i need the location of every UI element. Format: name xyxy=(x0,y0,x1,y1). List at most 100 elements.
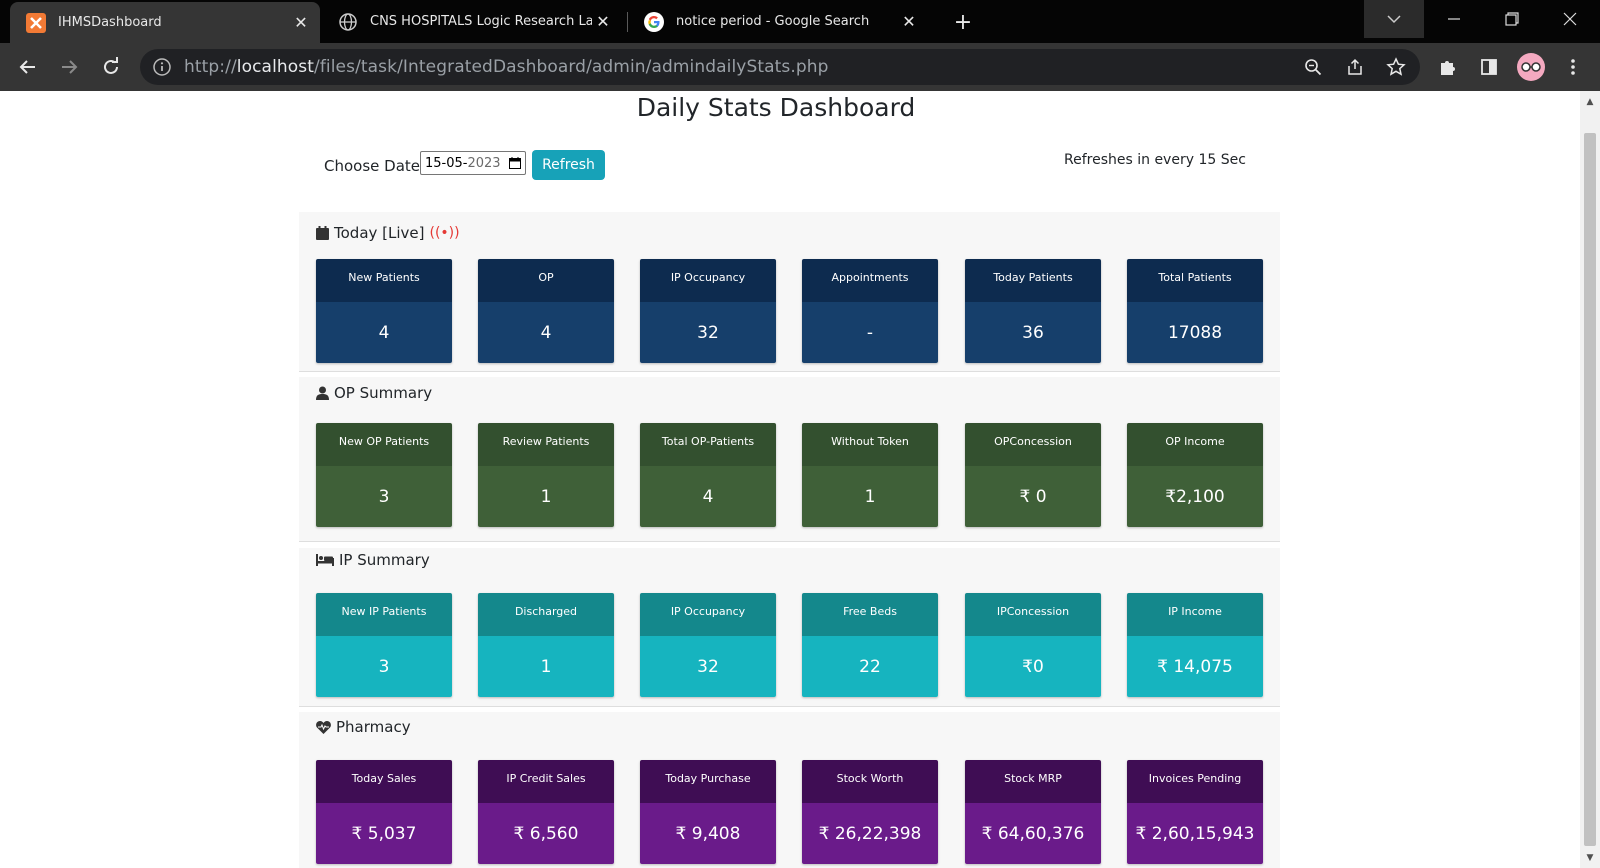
new-tab-plus-icon[interactable]: + xyxy=(950,9,976,35)
section-op-summary: OP Summary New OP Patients 3 Review Patien… xyxy=(299,377,1280,541)
calendar-icon[interactable] xyxy=(509,157,521,173)
address-bar[interactable]: http://localhost/files/task/IntegratedDa… xyxy=(140,49,1420,85)
stat-card: Without Token 1 xyxy=(802,423,938,527)
stat-card-label: OP Income xyxy=(1127,423,1263,466)
stat-card-value: 1 xyxy=(802,466,938,527)
scrollbar-thumb[interactable] xyxy=(1584,133,1596,846)
stat-card: Stock Worth ₹ 26,22,398 xyxy=(802,760,938,864)
stat-card-label: IP Credit Sales xyxy=(478,760,614,803)
stat-card: Total Patients 17088 xyxy=(1127,259,1263,363)
globe-icon xyxy=(338,12,358,32)
stat-card: OP Income ₹2,100 xyxy=(1127,423,1263,527)
share-icon[interactable] xyxy=(1340,52,1370,82)
profile-avatar[interactable] xyxy=(1516,52,1546,82)
stat-card-value: 22 xyxy=(802,636,938,697)
bookmark-star-icon[interactable] xyxy=(1381,52,1411,82)
tab-title: notice period - Google Search xyxy=(676,14,870,29)
date-value: 15-05-2023 xyxy=(425,155,501,171)
refresh-interval-note: Refreshes in every 15 Sec xyxy=(1064,152,1246,168)
minimize-icon[interactable] xyxy=(1424,0,1484,38)
stat-card: IPConcession ₹0 xyxy=(965,593,1101,697)
tab-google-search[interactable]: notice period - Google Search ✕ xyxy=(628,0,928,43)
stat-card-label: IPConcession xyxy=(965,593,1101,636)
stat-card: Today Purchase ₹ 9,408 xyxy=(640,760,776,864)
stat-card-label: IP Occupancy xyxy=(640,259,776,302)
close-tab-icon[interactable]: ✕ xyxy=(898,11,920,33)
stat-card-value: 36 xyxy=(965,302,1101,363)
section-title: Today [Live] xyxy=(334,224,425,242)
close-window-icon[interactable] xyxy=(1540,0,1600,38)
section-title: IP Summary xyxy=(339,551,430,569)
tab-ihmsdashboard[interactable]: IHMSDashboard ✕ xyxy=(10,2,320,43)
stat-card: OP 4 xyxy=(478,259,614,363)
stat-card-value: 4 xyxy=(640,466,776,527)
stat-card: IP Income ₹ 14,075 xyxy=(1127,593,1263,697)
zoom-icon[interactable] xyxy=(1298,52,1328,82)
stat-card-label: Stock MRP xyxy=(965,760,1101,803)
stat-card: New OP Patients 3 xyxy=(316,423,452,527)
stat-card-value: ₹ 0 xyxy=(965,466,1101,527)
side-panel-icon[interactable] xyxy=(1474,52,1504,82)
stat-card-label: Without Token xyxy=(802,423,938,466)
tab-cns-hospitals[interactable]: CNS HOSPITALS Logic Research Labs 04 ✕ xyxy=(322,0,622,43)
tab-title: IHMSDashboard xyxy=(58,15,162,30)
tab-title: CNS HOSPITALS Logic Research Labs 04 xyxy=(370,14,592,29)
stat-card-label: IP Occupancy xyxy=(640,593,776,636)
site-info-icon[interactable] xyxy=(152,57,172,77)
stat-card-value: ₹ 64,60,376 xyxy=(965,803,1101,864)
user-icon xyxy=(316,386,329,400)
scroll-down-arrow-icon[interactable]: ▼ xyxy=(1585,853,1595,863)
stat-card: Appointments - xyxy=(802,259,938,363)
stat-card-value: ₹0 xyxy=(965,636,1101,697)
section-heading: OP Summary xyxy=(316,384,432,402)
tab-search-chevron-icon[interactable] xyxy=(1364,0,1424,38)
refresh-button[interactable]: Refresh xyxy=(532,150,605,180)
stat-card: Total OP-Patients 4 xyxy=(640,423,776,527)
stat-card: IP Occupancy 32 xyxy=(640,593,776,697)
section-pharmacy: Pharmacy Today Sales ₹ 5,037 IP Credit Sal… xyxy=(299,712,1280,868)
stat-card-label: Discharged xyxy=(478,593,614,636)
stat-card-value: 3 xyxy=(316,636,452,697)
stat-card-label: Free Beds xyxy=(802,593,938,636)
stat-card-value: ₹ 6,560 xyxy=(478,803,614,864)
divider xyxy=(299,371,1280,372)
stat-card-value: 17088 xyxy=(1127,302,1263,363)
section-ip-summary: IP Summary New IP Patients 3 Discharged 1 IP… xyxy=(299,548,1280,706)
close-tab-icon[interactable]: ✕ xyxy=(290,12,312,34)
date-input[interactable]: 15-05-2023 xyxy=(420,151,526,175)
page-scrollbar[interactable]: ▲ ▼ xyxy=(1580,91,1600,868)
stat-card-value: ₹ 14,075 xyxy=(1127,636,1263,697)
stat-card-value: 4 xyxy=(478,302,614,363)
stat-card: Free Beds 22 xyxy=(802,593,938,697)
stat-card: Invoices Pending ₹ 2,60,15,943 xyxy=(1127,760,1263,864)
browser-toolbar: http://localhost/files/task/IntegratedDa… xyxy=(0,43,1600,91)
section-title: Pharmacy xyxy=(336,718,411,736)
stat-card: New Patients 4 xyxy=(316,259,452,363)
stat-card: OPConcession ₹ 0 xyxy=(965,423,1101,527)
menu-kebab-icon[interactable] xyxy=(1558,52,1588,82)
bed-icon xyxy=(316,554,334,566)
stat-card-label: Today Purchase xyxy=(640,760,776,803)
scroll-up-arrow-icon[interactable]: ▲ xyxy=(1585,97,1595,107)
section-heading: Today [Live] ((•)) xyxy=(316,224,460,242)
stat-card-label: Appointments xyxy=(802,259,938,302)
calendar-icon xyxy=(316,226,329,240)
stat-card-label: New Patients xyxy=(316,259,452,302)
stat-card-label: OPConcession xyxy=(965,423,1101,466)
page-content: Daily Stats Dashboard Choose Date: 15-05… xyxy=(0,91,1580,868)
heartbeat-icon xyxy=(316,720,331,734)
stat-card-label: IP Income xyxy=(1127,593,1263,636)
stat-card-value: ₹ 9,408 xyxy=(640,803,776,864)
stat-card-value: 4 xyxy=(316,302,452,363)
stat-card-value: ₹ 5,037 xyxy=(316,803,452,864)
back-arrow-icon[interactable] xyxy=(13,52,43,82)
restore-icon[interactable] xyxy=(1482,0,1542,38)
reload-icon[interactable] xyxy=(96,52,126,82)
close-tab-icon[interactable]: ✕ xyxy=(592,11,614,33)
stat-card: IP Credit Sales ₹ 6,560 xyxy=(478,760,614,864)
stat-card: Stock MRP ₹ 64,60,376 xyxy=(965,760,1101,864)
forward-arrow-icon[interactable] xyxy=(54,52,84,82)
stat-card: IP Occupancy 32 xyxy=(640,259,776,363)
stat-card-label: New IP Patients xyxy=(316,593,452,636)
extensions-puzzle-icon[interactable] xyxy=(1433,52,1463,82)
